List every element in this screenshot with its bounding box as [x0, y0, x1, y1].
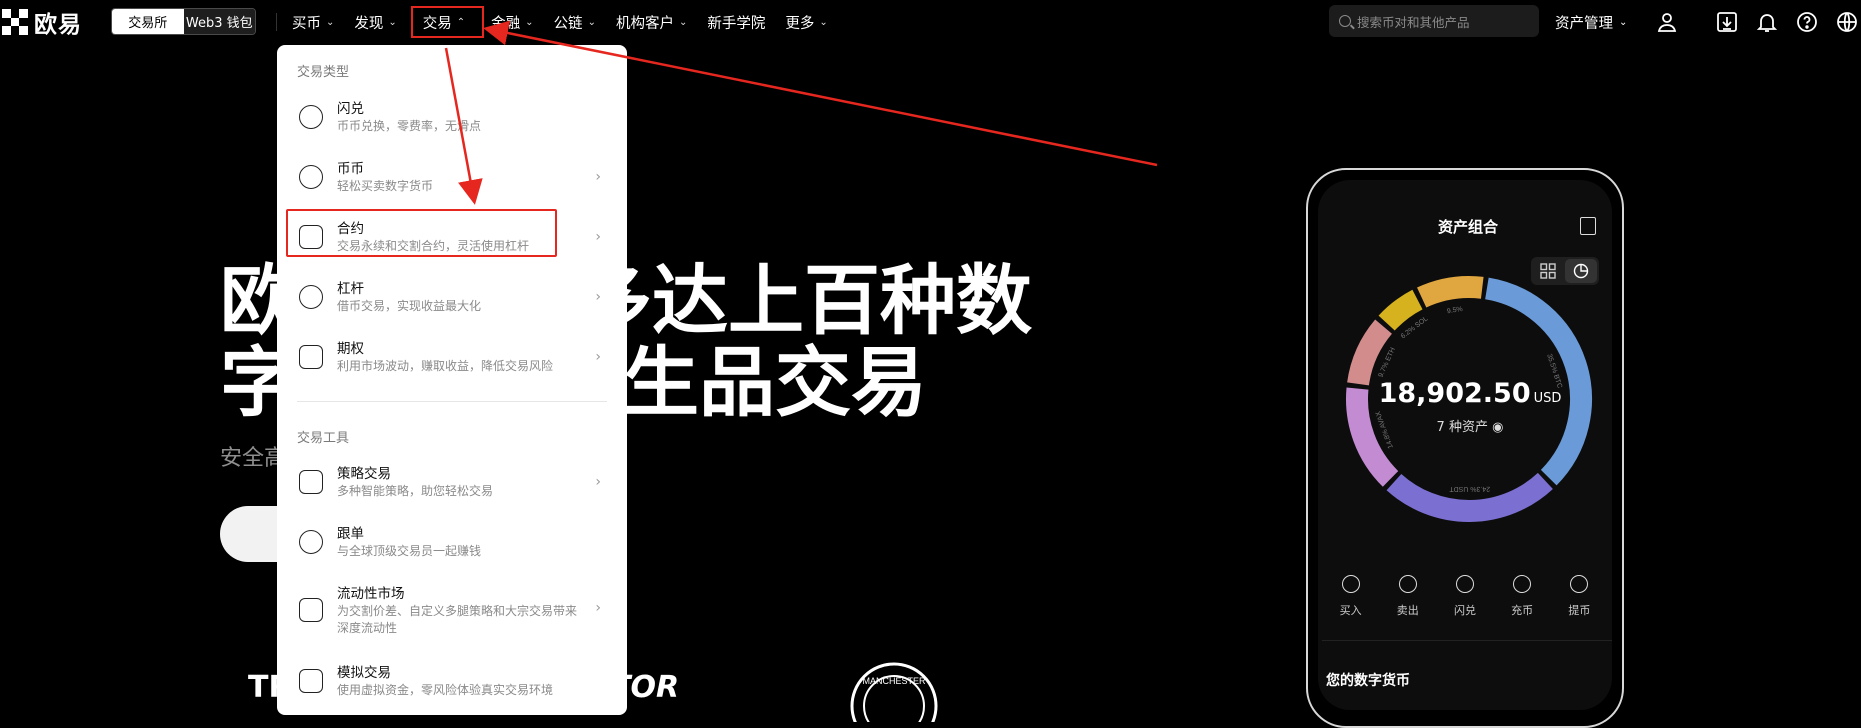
arrow-to-futures — [444, 47, 483, 205]
annotation-arrows — [444, 20, 1158, 205]
arrow-to-nav — [483, 20, 1158, 167]
